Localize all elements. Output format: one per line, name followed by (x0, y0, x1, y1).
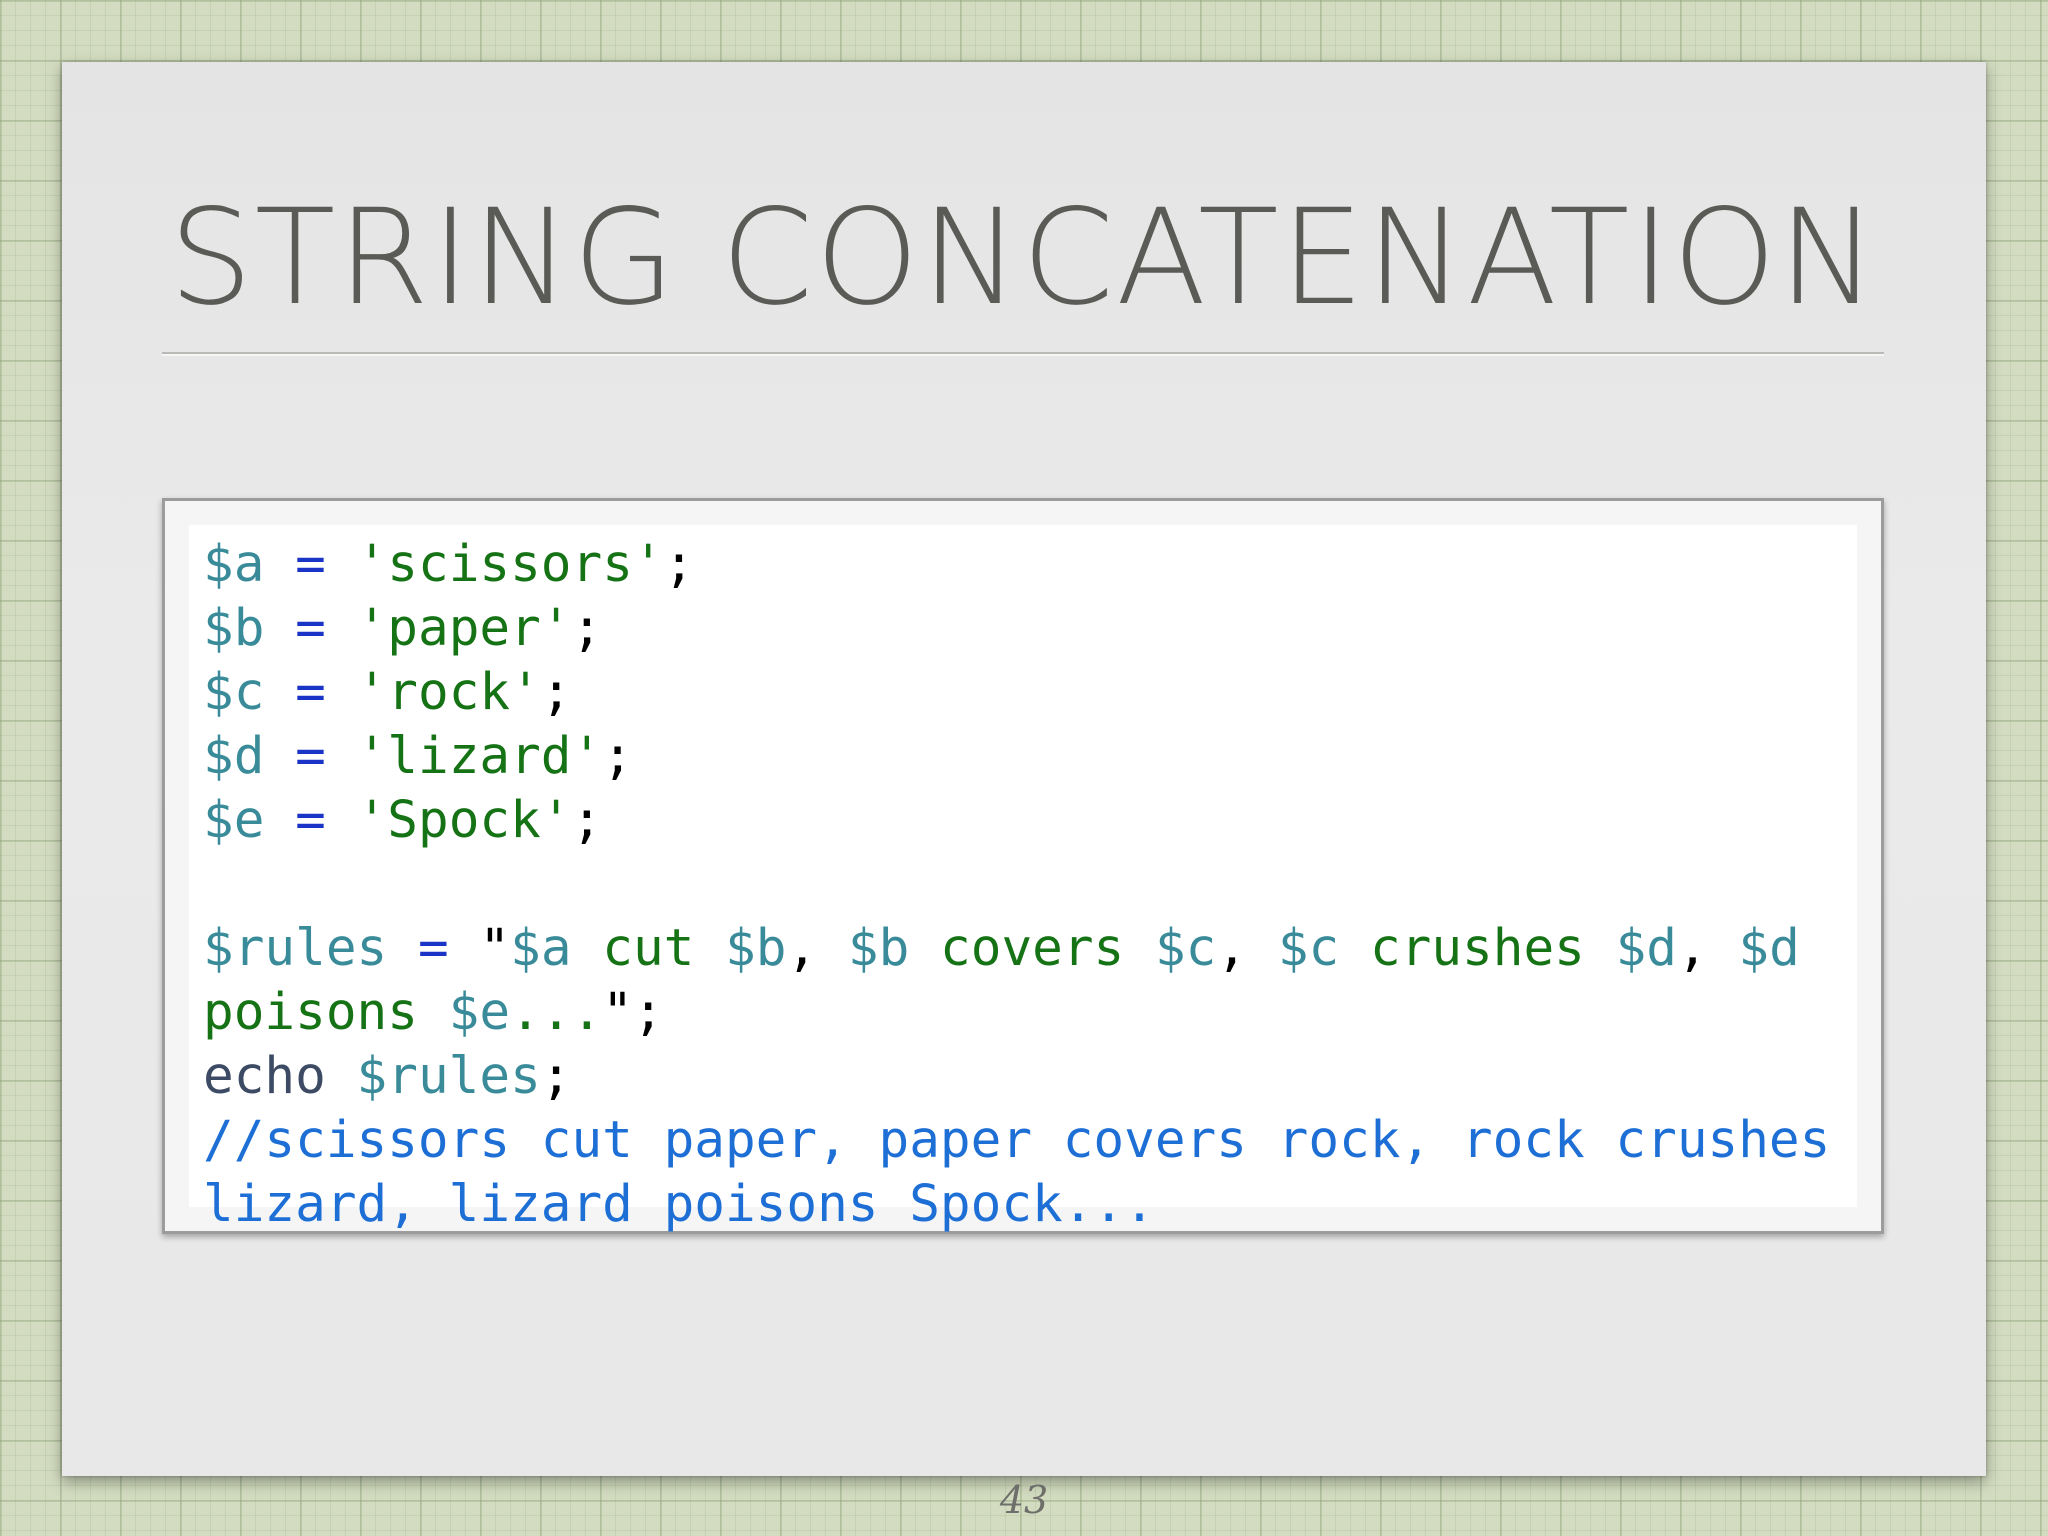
code-line: poisons $e..."; (203, 981, 1830, 1045)
code-line: $a = 'scissors'; (203, 533, 1830, 597)
code-token: ; (540, 663, 572, 722)
code-line: $b = 'paper'; (203, 597, 1830, 661)
code-token: = (295, 663, 326, 722)
code-token: ; (571, 599, 603, 658)
code-line: $c = 'rock'; (203, 661, 1830, 725)
code-line: $d = 'lizard'; (203, 725, 1830, 789)
code-token: poisons (203, 983, 449, 1042)
code-token: , (1677, 919, 1739, 978)
code-token: $rules (203, 919, 388, 978)
code-token: "; (602, 983, 664, 1042)
code-token: , (1216, 919, 1278, 978)
code-token: ... (510, 983, 603, 1042)
code-token: crushes (1339, 919, 1616, 978)
code-token: 'Spock' (356, 791, 572, 850)
code-token: //scissors cut paper, paper covers rock,… (203, 1111, 1831, 1170)
code-listing: $a = 'scissors'; $b = 'paper'; $c = 'rock'… (203, 533, 1830, 1237)
code-token: $e (203, 791, 265, 850)
code-line: echo $rules; (203, 1045, 1830, 1109)
code-token: = (295, 535, 326, 594)
code-token: , (786, 919, 848, 978)
code-token: $e (448, 983, 511, 1042)
code-token: $c (1277, 919, 1340, 978)
code-token: = (295, 599, 326, 658)
code-line: $rules = "$a cut $b, $b covers $c, $c cr… (203, 917, 1830, 981)
slide: STRING CONCATENATION $a = 'scissors'; $b … (62, 62, 1986, 1476)
code-token: = (417, 919, 449, 978)
code-token: " (479, 919, 511, 978)
code-block: $a = 'scissors'; $b = 'paper'; $c = 'rock'… (162, 498, 1884, 1234)
code-token: $d (1615, 919, 1677, 978)
code-token: 'scissors' (356, 535, 664, 594)
code-token: covers (909, 919, 1155, 978)
code-line: $e = 'Spock'; (203, 789, 1830, 853)
code-token: $a (203, 535, 265, 594)
code-token: = (295, 791, 326, 850)
code-token: lizard, lizard poisons Spock... (203, 1175, 1155, 1234)
code-token: $c (1154, 919, 1217, 978)
code-line: //scissors cut paper, paper covers rock,… (203, 1109, 1830, 1173)
code-token: 'lizard' (356, 727, 603, 786)
code-token: $b (847, 919, 910, 978)
code-token: ; (571, 791, 603, 850)
code-line: lizard, lizard poisons Spock... (203, 1173, 1830, 1237)
code-token: $d (1738, 919, 1800, 978)
code-token: ; (602, 727, 633, 786)
code-token: cut (571, 919, 726, 978)
page-number: 43 (999, 1478, 1049, 1522)
code-token: $rules (356, 1047, 541, 1106)
code-token: $a (510, 919, 572, 978)
code-token: $b (725, 919, 787, 978)
slide-title: STRING CONCATENATION (168, 181, 1880, 335)
code-token: 'paper' (356, 599, 572, 658)
title-divider (162, 352, 1884, 356)
code-token: ; (663, 535, 695, 594)
code-block-body: $a = 'scissors'; $b = 'paper'; $c = 'rock'… (189, 525, 1857, 1234)
code-token: 'rock' (356, 663, 541, 722)
code-token: $c (203, 663, 265, 722)
code-token: echo (203, 1047, 326, 1106)
code-token: $b (203, 599, 265, 658)
code-token: = (295, 727, 326, 786)
code-token: ; (540, 1047, 572, 1106)
code-token: $d (203, 727, 265, 786)
